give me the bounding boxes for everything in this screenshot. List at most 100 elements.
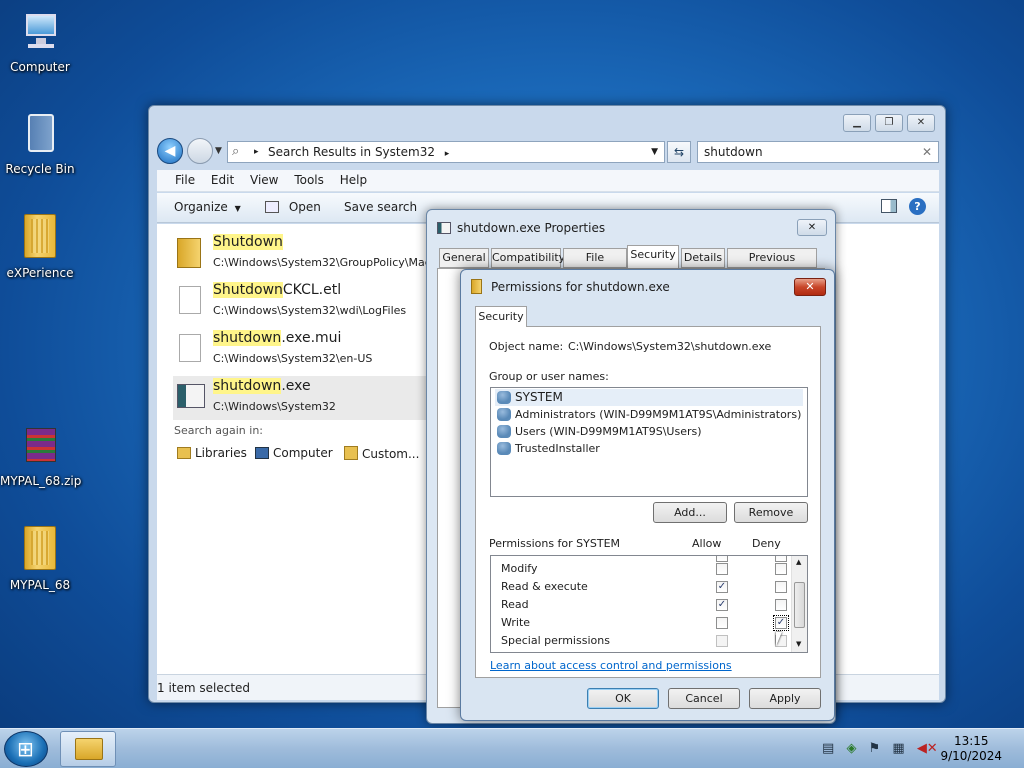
tab-file-hashes[interactable]: File Hashes (563, 248, 627, 282)
address-bar[interactable]: ⌕ ▸ Search Results in System32 ▸ ▼ (227, 141, 665, 163)
perm-name: Special permissions (501, 634, 610, 647)
cancel-button[interactable]: Cancel (668, 688, 740, 709)
search-again-label: Search again in: (174, 424, 264, 437)
file-path: C:\Windows\System32\en-US (213, 352, 373, 365)
tab-details[interactable]: Details (681, 248, 725, 268)
scrollbar[interactable]: ▲ ▼ (791, 556, 807, 652)
minimize-button[interactable]: ▁ (843, 114, 871, 132)
name-highlight: Shutdown (213, 282, 283, 298)
allow-checkbox[interactable]: ✓ (716, 581, 728, 593)
allow-checkbox[interactable] (716, 617, 728, 629)
back-arrow-icon: ◀ (164, 143, 176, 159)
file-path: C:\Windows\System32\GroupPolicy\Mac (213, 256, 431, 269)
volume-muted-icon[interactable]: ◀✕ (917, 741, 938, 756)
search-again-custom[interactable]: Custom... (344, 446, 419, 461)
close-button[interactable]: ✕ (907, 114, 935, 132)
refresh-button[interactable]: ⇆ (667, 141, 691, 163)
help-link[interactable]: Learn about access control and permissio… (490, 659, 732, 672)
tab-general[interactable]: General (439, 248, 489, 268)
desktop-icon-mypal-zip[interactable]: MYPAL_68.zip (0, 422, 82, 488)
list-item[interactable]: shutdown.exe C:\Windows\System32 (173, 376, 443, 420)
users-icon (497, 391, 511, 404)
remove-button[interactable]: Remove (734, 502, 808, 523)
users-icon (497, 408, 511, 421)
close-button[interactable]: ✕ (797, 219, 827, 236)
address-dropdown-icon[interactable]: ▼ (651, 142, 658, 162)
status-text: 1 item selected (157, 681, 251, 695)
ok-button[interactable]: OK (587, 688, 659, 709)
user-listbox[interactable]: SYSTEM Administrators (WIN-D99M9M1AT9S\A… (490, 387, 808, 497)
taskbar-explorer-button[interactable] (60, 731, 116, 767)
perm-row-read: Read ✓ (491, 596, 791, 614)
menu-tools[interactable]: Tools (288, 170, 330, 190)
list-item[interactable]: ShutdownCKCL.etl C:\Windows\System32\wdi… (173, 280, 443, 324)
forward-button[interactable] (187, 138, 213, 164)
scroll-up-icon[interactable]: ▲ (796, 558, 801, 566)
tab-compatibility[interactable]: Compatibility (491, 248, 565, 268)
history-dropdown-icon[interactable]: ▼ (215, 146, 222, 156)
folder-icon (75, 738, 103, 760)
object-name-label: Object name: (489, 340, 564, 353)
allow-checkbox[interactable]: ✓ (716, 599, 728, 611)
deny-checkbox[interactable]: ✓ (773, 615, 789, 631)
file-path: C:\Windows\System32 (213, 400, 336, 413)
desktop-icon-recycle-bin[interactable]: Recycle Bin (0, 110, 80, 176)
list-item-users[interactable]: Users (WIN-D99M9M1AT9S\Users) (495, 423, 803, 440)
scroll-down-icon[interactable]: ▼ (796, 640, 801, 648)
tab-previous-versions[interactable]: Previous Versions (727, 248, 817, 282)
archive-icon (16, 422, 64, 470)
allow-header: Allow (692, 537, 722, 550)
back-button[interactable]: ◀ (157, 138, 183, 164)
desktop-icon-experience[interactable]: eXPerience (0, 214, 80, 280)
deny-checkbox[interactable] (775, 599, 787, 611)
user-name: Administrators (WIN-D99M9M1AT9S\Administ… (515, 408, 802, 421)
menu-help[interactable]: Help (334, 170, 373, 190)
file-name: Shutdown (213, 234, 283, 250)
organize-button[interactable]: Organize ▼ (174, 200, 241, 214)
menu-edit[interactable]: Edit (205, 170, 240, 190)
security-icon[interactable]: ◈ (846, 741, 856, 756)
clock[interactable]: 13:15 9/10/2024 (940, 734, 1002, 764)
folder-icon (16, 214, 64, 262)
exe-icon (177, 384, 205, 408)
tab-security[interactable]: Security (475, 306, 527, 327)
save-search-button[interactable]: Save search (344, 200, 417, 214)
flag-icon[interactable]: ⚑ (869, 741, 881, 756)
desktop-icon-computer[interactable]: Computer (0, 8, 80, 74)
deny-checkbox[interactable] (775, 563, 787, 575)
scroll-thumb[interactable] (794, 582, 805, 628)
deny-checkbox[interactable] (775, 581, 787, 593)
apply-button[interactable]: Apply (749, 688, 821, 709)
action-center-icon[interactable]: ▤ (822, 741, 834, 756)
search-again-computer[interactable]: Computer (255, 446, 333, 460)
desktop-icon-mypal-folder[interactable]: MYPAL_68 (0, 526, 80, 592)
menu-view[interactable]: View (244, 170, 284, 190)
list-item-administrators[interactable]: Administrators (WIN-D99M9M1AT9S\Administ… (495, 406, 803, 423)
menu-file[interactable]: File (169, 170, 201, 190)
help-icon[interactable]: ? (909, 198, 926, 215)
search-input[interactable]: shutdown ✕ (697, 141, 939, 163)
list-item-system[interactable]: SYSTEM (495, 389, 803, 406)
network-icon[interactable]: ▦ (892, 741, 904, 756)
close-button[interactable]: ✕ (794, 278, 826, 296)
clear-search-icon[interactable]: ✕ (922, 142, 932, 162)
tab-security[interactable]: Security (627, 245, 679, 268)
list-item[interactable]: shutdown.exe.mui C:\Windows\System32\en-… (173, 328, 443, 372)
preview-pane-icon[interactable] (881, 199, 897, 213)
desktop-icon-label: Recycle Bin (5, 162, 75, 176)
maximize-button[interactable]: ❐ (875, 114, 903, 132)
deny-header: Deny (752, 537, 781, 550)
allow-checkbox (716, 635, 728, 647)
list-item[interactable]: Shutdown C:\Windows\System32\GroupPolicy… (173, 232, 443, 276)
start-button[interactable] (4, 731, 48, 767)
breadcrumb[interactable]: Search Results in System32 (268, 145, 435, 159)
allow-checkbox[interactable] (716, 563, 728, 575)
list-item-trustedinstaller[interactable]: TrustedInstaller (495, 440, 803, 457)
search-again-libraries[interactable]: Libraries (177, 446, 247, 460)
exe-icon (437, 222, 451, 234)
add-button[interactable]: Add... (653, 502, 727, 523)
open-button[interactable]: Open (265, 200, 321, 214)
desktop-icon-label: MYPAL_68.zip (0, 474, 82, 488)
dialog-title: shutdown.exe Properties (457, 221, 606, 235)
perm-name: Write (501, 616, 531, 629)
